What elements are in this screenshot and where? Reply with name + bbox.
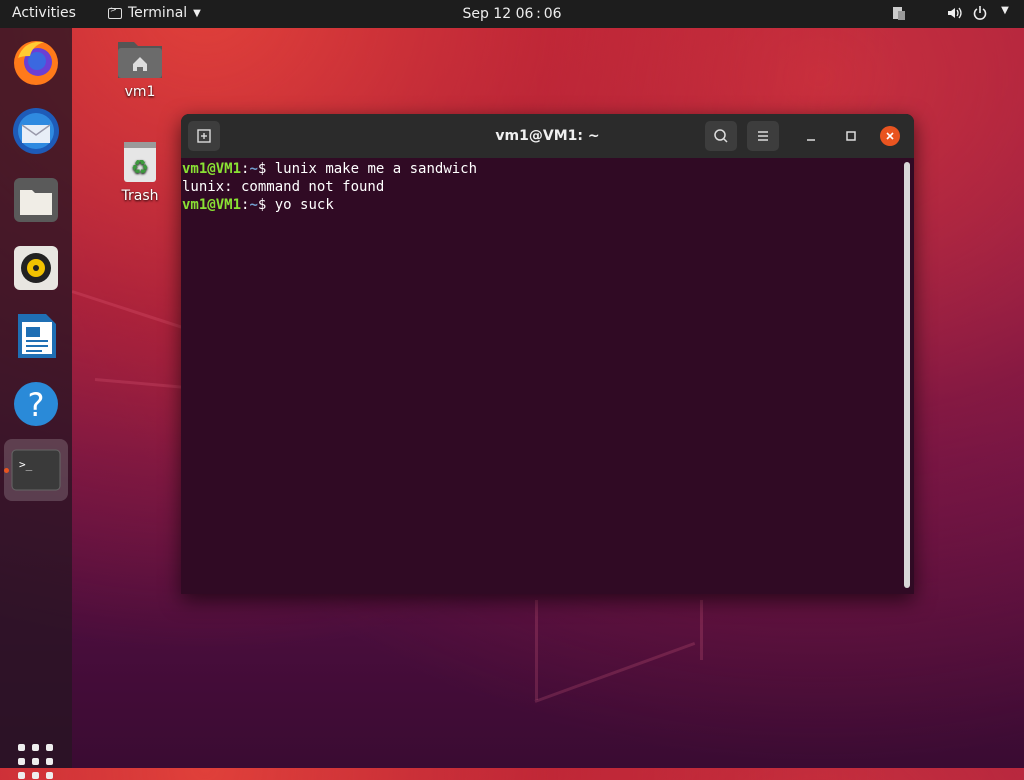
minimize-button[interactable] — [801, 126, 821, 146]
clipboard-icon[interactable] — [892, 5, 906, 21]
dock-item-firefox[interactable] — [10, 36, 62, 88]
search-icon — [714, 129, 728, 143]
rhythmbox-icon — [14, 246, 58, 290]
terminal-line: lunix: command not found — [182, 178, 904, 196]
activities-button[interactable]: Activities — [12, 5, 76, 21]
maximize-button[interactable] — [841, 126, 861, 146]
terminal-output[interactable]: vm1@VM1:~$ lunix make me a sandwich luni… — [181, 160, 904, 590]
wallpaper-line — [535, 600, 538, 700]
writer-icon — [18, 314, 56, 358]
home-folder-icon — [118, 42, 162, 78]
trash-icon: ♻ — [124, 142, 156, 182]
prompt-user: vm1@VM1 — [182, 161, 242, 177]
volume-icon[interactable] — [946, 5, 962, 21]
minimize-icon — [807, 139, 815, 141]
prompt-symbol: $ — [257, 197, 275, 213]
files-icon — [14, 178, 58, 222]
hamburger-icon — [758, 131, 768, 141]
terminal-line: vm1@VM1:~$ lunix make me a sandwich — [182, 160, 904, 178]
show-applications-button[interactable] — [18, 744, 54, 780]
dock-item-thunderbird[interactable] — [10, 105, 62, 157]
close-button[interactable] — [880, 126, 900, 146]
svg-text:?: ? — [28, 386, 45, 424]
prompt-user: vm1@VM1 — [182, 197, 242, 213]
firefox-icon — [14, 41, 58, 85]
svg-text:♻: ♻ — [131, 155, 149, 179]
window-titlebar[interactable]: vm1@VM1: ~ — [181, 114, 914, 158]
dock-item-terminal[interactable]: >_ — [4, 439, 68, 501]
menu-button[interactable] — [747, 121, 779, 151]
scrollbar[interactable] — [904, 162, 910, 588]
desktop-icon-home[interactable]: vm1 — [100, 36, 180, 100]
wallpaper-line — [534, 641, 696, 703]
desktop-icon-label: Trash — [121, 188, 159, 204]
terminal-line: vm1@VM1:~$ yo suck — [182, 196, 904, 214]
dock: ? >_ — [0, 28, 72, 779]
command-text: yo suck — [274, 197, 334, 213]
system-tray[interactable]: ▼ — [892, 5, 1012, 21]
help-icon: ? — [14, 382, 58, 426]
dock-item-files[interactable] — [10, 174, 62, 226]
top-bar: Activities Terminal ▼ Sep 12 06 : 06 ▼ — [0, 0, 1024, 28]
thunderbird-icon — [13, 108, 59, 154]
desktop-icon-label: vm1 — [124, 84, 156, 100]
dock-item-rhythmbox[interactable] — [10, 242, 62, 294]
terminal-window[interactable]: vm1@VM1: ~ vm1@VM1:~$ lunix make me a sa… — [181, 114, 914, 594]
svg-text:>_: >_ — [19, 458, 33, 471]
app-menu-label: Terminal — [128, 5, 188, 21]
dock-item-libreoffice-writer[interactable] — [10, 310, 62, 362]
dock-item-help[interactable]: ? — [10, 378, 62, 430]
close-icon — [886, 132, 894, 140]
desktop-icon-trash[interactable]: ♻ Trash — [100, 140, 180, 204]
prompt-symbol: $ — [257, 161, 275, 177]
wallpaper-line — [700, 600, 703, 660]
prompt-path: ~ — [249, 161, 258, 177]
maximize-icon — [846, 131, 856, 141]
running-indicator — [4, 468, 9, 473]
chevron-down-icon: ▼ — [193, 7, 201, 19]
chevron-down-icon[interactable]: ▼ — [998, 5, 1012, 21]
command-text: lunix make me a sandwich — [274, 161, 478, 177]
terminal-icon: >_ — [11, 449, 61, 491]
terminal-icon — [108, 5, 122, 19]
search-button[interactable] — [705, 121, 737, 151]
prompt-path: ~ — [249, 197, 258, 213]
app-menu[interactable]: Terminal ▼ — [108, 5, 201, 21]
command-output: lunix: command not found — [182, 179, 385, 195]
power-icon[interactable] — [972, 5, 987, 21]
